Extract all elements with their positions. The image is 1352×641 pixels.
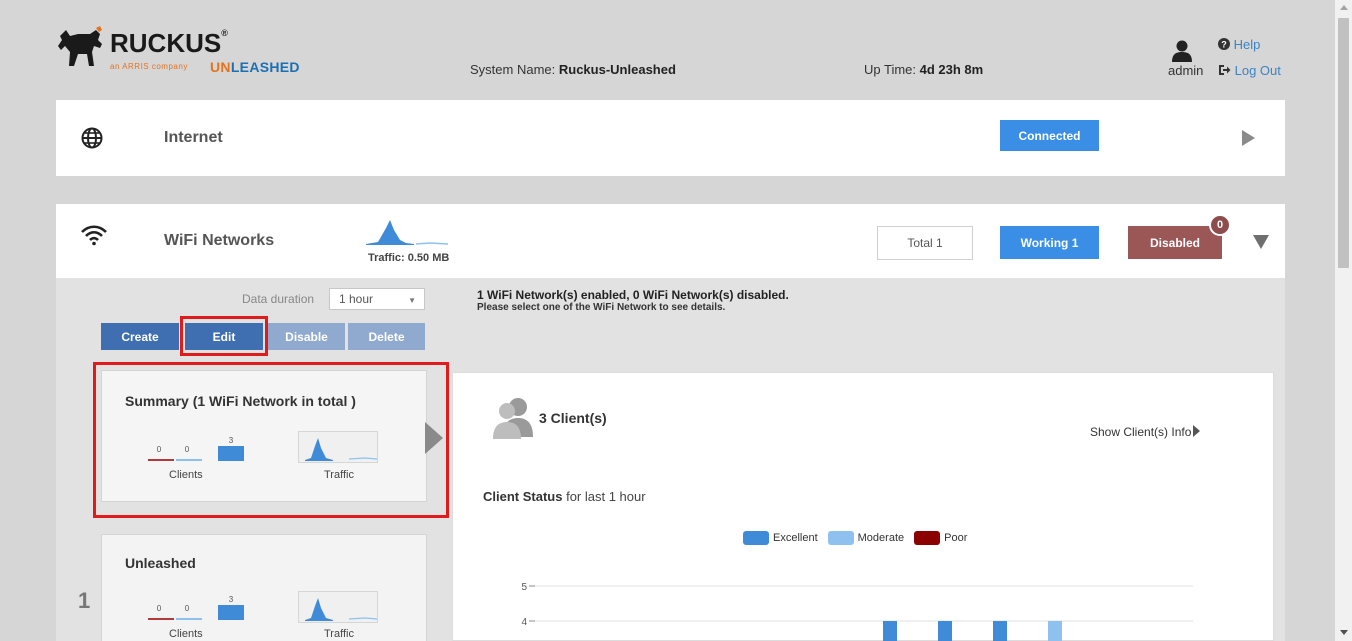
legend-swatch	[743, 531, 769, 545]
bar-value-label: 0	[185, 604, 190, 613]
bar-value-label: 3	[229, 595, 234, 604]
y-tick-label: 4	[521, 617, 527, 628]
chart-bar	[938, 621, 952, 641]
expand-internet-icon[interactable]	[1242, 130, 1255, 146]
legend-label: Poor	[944, 532, 968, 544]
clients-caption: Clients	[169, 469, 203, 481]
y-tick-label: 5	[521, 582, 527, 593]
caret-right-icon	[1193, 425, 1201, 437]
scrollbar-thumb[interactable]	[1338, 18, 1349, 268]
wifi-content-area: Data duration 1 hour ▼ 1 WiFi Network(s)…	[56, 278, 1285, 641]
uptime: Up Time: 4d 23h 8m	[864, 62, 984, 77]
vertical-scrollbar[interactable]	[1335, 0, 1352, 641]
legend-swatch	[914, 531, 941, 545]
create-button[interactable]: Create	[101, 323, 179, 350]
brand-tagline: an ARRIS company	[110, 62, 188, 71]
user-icon	[1172, 40, 1192, 62]
traffic-label: Traffic: 0.50 MB	[368, 252, 450, 264]
username: admin	[1168, 63, 1204, 78]
working-button[interactable]: Working 1	[1000, 226, 1099, 259]
selection-pointer-icon	[425, 422, 443, 454]
legend-swatch	[827, 531, 854, 545]
internet-title: Internet	[164, 129, 223, 146]
client-status-title: Client Status for last 1 hour	[483, 489, 646, 504]
disabled-button[interactable]: Disabled	[1128, 226, 1222, 259]
wifi-networks-panel[interactable]: WiFi Networks Traffic: 0.50 MB Total 1 W…	[56, 204, 1285, 278]
bar-value-label: 0	[157, 445, 162, 454]
network-status-message: 1 WiFi Network(s) enabled, 0 WiFi Networ…	[477, 288, 789, 302]
product-name: UNLEASHED	[210, 59, 300, 75]
question-circle-icon: ?	[1218, 38, 1230, 50]
brand-name: RUCKUS®	[110, 28, 228, 58]
select-network-hint: Please select one of the WiFi Network to…	[477, 302, 726, 313]
details-panel: 3 Client(s) Show Client(s) Info Client S…	[452, 372, 1274, 641]
show-clients-info-link[interactable]: Show Client(s) Info	[1090, 425, 1201, 439]
bar-value-label: 3	[229, 436, 234, 445]
scroll-up-icon[interactable]	[1340, 5, 1348, 10]
client-status-chart: 5 4	[521, 582, 1193, 641]
system-name: System Name: Ruckus-Unleashed	[470, 62, 676, 77]
internet-panel[interactable]: Internet Connected	[56, 100, 1285, 176]
chart-bar	[993, 621, 1007, 641]
dog-logo-icon	[58, 26, 102, 66]
legend-label: Moderate	[857, 532, 905, 544]
network-card-title: Unleashed	[125, 555, 196, 571]
delete-button[interactable]: Delete	[348, 323, 425, 350]
clients-mini-bars: 0 0 3	[148, 436, 244, 461]
traffic-mini-chart	[298, 431, 378, 463]
disable-button[interactable]: Disable	[268, 323, 345, 350]
total-networks-box: Total 1	[877, 226, 973, 260]
network-index: 1	[78, 588, 91, 613]
clients-count: 3 Client(s)	[539, 410, 607, 426]
data-duration-value: 1 hour	[339, 292, 374, 306]
clients-caption: Clients	[169, 628, 203, 640]
clients-mini-bars: 0 0 3	[148, 595, 244, 620]
ruckus-logo: RUCKUS® an ARRIS company UNLEASHED	[56, 22, 300, 78]
top-header: RUCKUS® an ARRIS company UNLEASHED Syste…	[0, 0, 1335, 100]
scroll-down-icon[interactable]	[1340, 630, 1348, 635]
edit-button[interactable]: Edit	[185, 323, 263, 350]
help-link[interactable]: ? Help	[1218, 37, 1260, 52]
network-card-unleashed[interactable]: Unleashed 0 0 3 Clients Traffic	[101, 534, 427, 641]
summary-card-title: Summary (1 WiFi Network in total )	[125, 393, 356, 409]
disabled-count-badge: 0	[1209, 214, 1231, 236]
logout-link[interactable]: Log Out	[1218, 63, 1281, 78]
wifi-networks-title: WiFi Networks	[164, 232, 275, 249]
clients-group-icon	[493, 398, 533, 439]
bar-value-label: 0	[185, 445, 190, 454]
summary-card[interactable]: Summary (1 WiFi Network in total ) 0 0 3…	[101, 370, 427, 502]
globe-icon	[81, 127, 103, 149]
chart-bar	[1048, 621, 1062, 641]
traffic-mini-chart	[298, 591, 378, 623]
legend-excellent[interactable]: Excellent	[743, 531, 818, 545]
collapse-wifi-icon[interactable]	[1253, 235, 1269, 249]
wifi-icon	[81, 225, 107, 246]
traffic-caption: Traffic	[324, 628, 354, 640]
bar-value-label: 0	[157, 604, 162, 613]
dropdown-caret-icon: ▼	[408, 296, 416, 305]
data-duration-select[interactable]: 1 hour ▼	[329, 288, 425, 310]
chart-bar	[883, 621, 897, 641]
connected-status-button[interactable]: Connected	[1000, 120, 1099, 151]
traffic-caption: Traffic	[324, 469, 354, 481]
data-duration-label: Data duration	[242, 292, 315, 306]
legend-moderate[interactable]: Moderate	[827, 531, 905, 545]
logout-icon	[1219, 65, 1231, 75]
svg-text:?: ?	[1221, 40, 1227, 50]
legend-label: Excellent	[773, 532, 818, 544]
traffic-sparkline	[366, 220, 448, 245]
legend-poor[interactable]: Poor	[914, 531, 967, 545]
chart-legend: Excellent Moderate Poor	[743, 531, 977, 545]
